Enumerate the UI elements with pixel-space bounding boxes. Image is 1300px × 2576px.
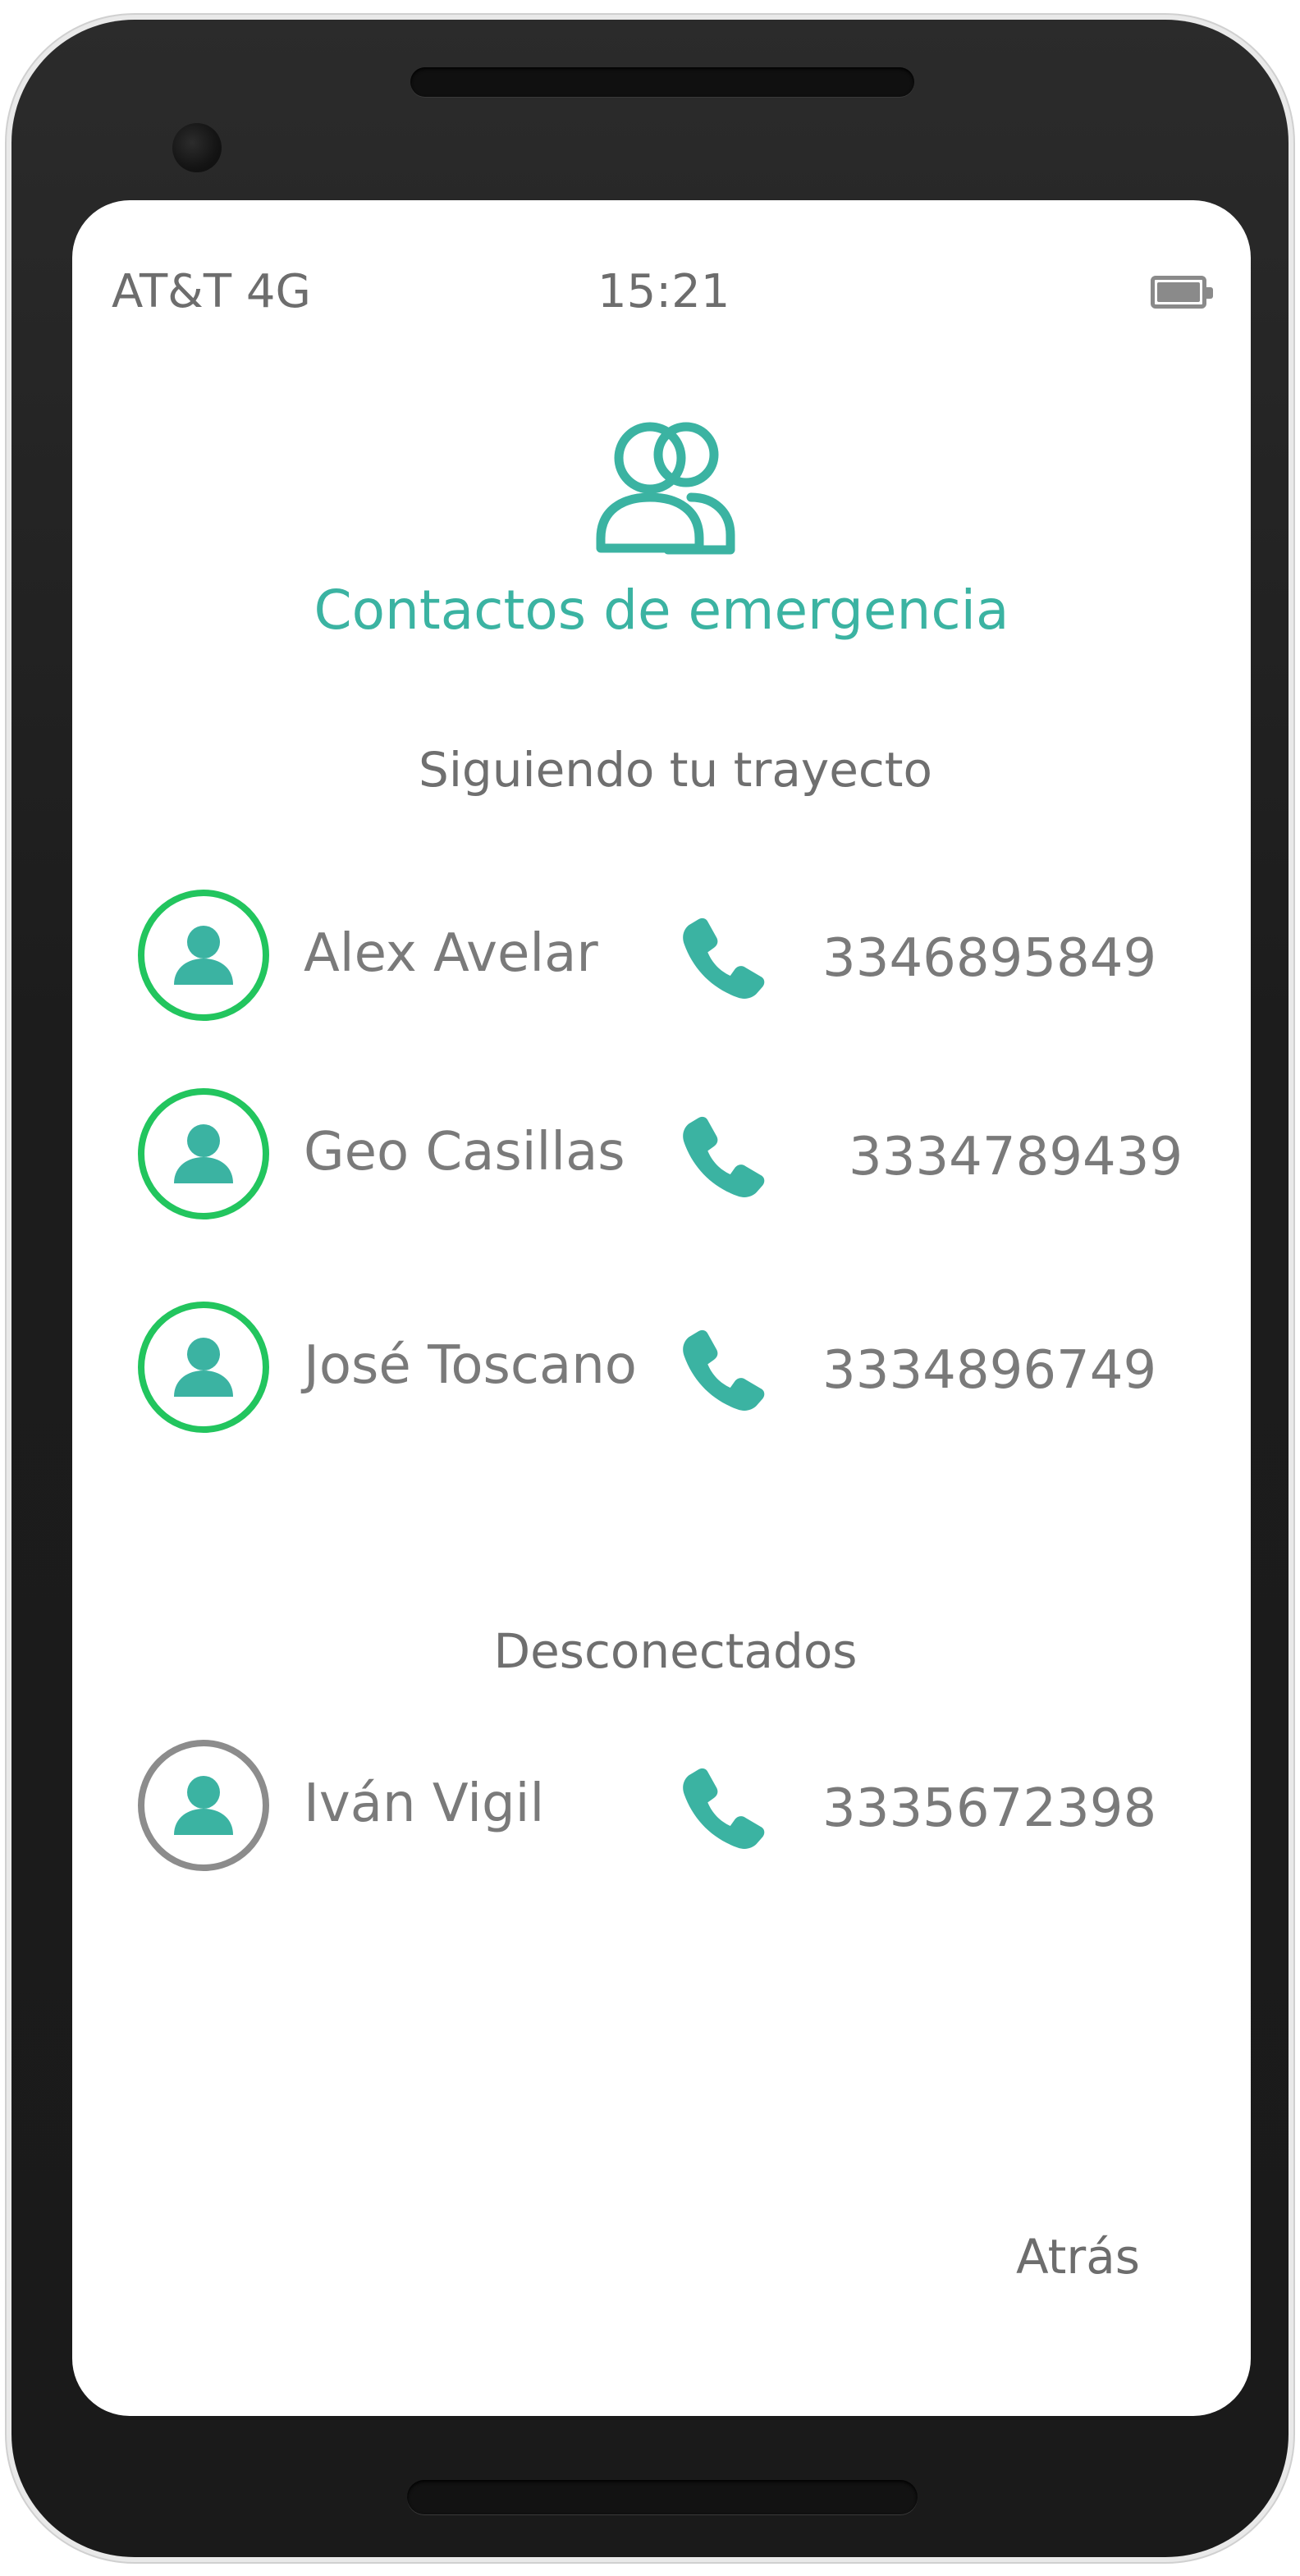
- phone-call-icon[interactable]: [678, 913, 768, 1003]
- avatar: [138, 890, 269, 1021]
- avatar: [138, 1088, 269, 1219]
- top-speaker: [410, 67, 914, 97]
- phone-call-icon[interactable]: [678, 1325, 768, 1415]
- group-users-icon: [596, 422, 735, 555]
- avatar: [138, 1302, 269, 1433]
- contact-phone[interactable]: 3335672398: [822, 1778, 1156, 1841]
- user-icon: [174, 1776, 233, 1835]
- status-bar: AT&T 4G 15:21: [72, 200, 1251, 315]
- screen: AT&T 4G 15:21 Contactos de emergencia Si…: [72, 200, 1251, 2416]
- contact-name: José Toscano: [304, 1335, 637, 1396]
- phone-call-icon[interactable]: [678, 1111, 768, 1201]
- contact-phone[interactable]: 3334789439: [849, 1126, 1183, 1189]
- phone-frame: AT&T 4G 15:21 Contactos de emergencia Si…: [11, 20, 1289, 2557]
- page-title: Contactos de emergencia: [314, 579, 1009, 642]
- contact-row[interactable]: Geo Casillas 3334789439: [72, 1088, 1251, 1228]
- contact-name: Iván Vigil: [304, 1773, 545, 1834]
- user-icon: [174, 1338, 233, 1397]
- user-icon: [174, 926, 233, 985]
- contact-row[interactable]: Alex Avelar 3346895849: [72, 890, 1251, 1029]
- section-title-disconnected: Desconectados: [493, 1623, 858, 1679]
- carrier-label: AT&T 4G: [112, 265, 311, 318]
- section-title-following: Siguiendo tu trayecto: [419, 742, 932, 798]
- status-time: 15:21: [597, 265, 730, 318]
- bottom-speaker: [407, 2480, 918, 2514]
- contact-row[interactable]: Iván Vigil 3335672398: [72, 1740, 1251, 1879]
- contact-name: Geo Casillas: [304, 1122, 625, 1183]
- back-button[interactable]: Atrás: [1016, 2229, 1140, 2286]
- contact-name: Alex Avelar: [304, 923, 598, 984]
- contact-row[interactable]: José Toscano 3334896749: [72, 1302, 1251, 1441]
- contact-phone[interactable]: 3334896749: [822, 1339, 1156, 1402]
- contact-phone[interactable]: 3346895849: [822, 927, 1156, 991]
- phone-call-icon[interactable]: [678, 1763, 768, 1853]
- battery-icon: [1151, 276, 1213, 309]
- front-camera: [172, 123, 222, 172]
- avatar: [138, 1740, 269, 1871]
- user-icon: [174, 1124, 233, 1183]
